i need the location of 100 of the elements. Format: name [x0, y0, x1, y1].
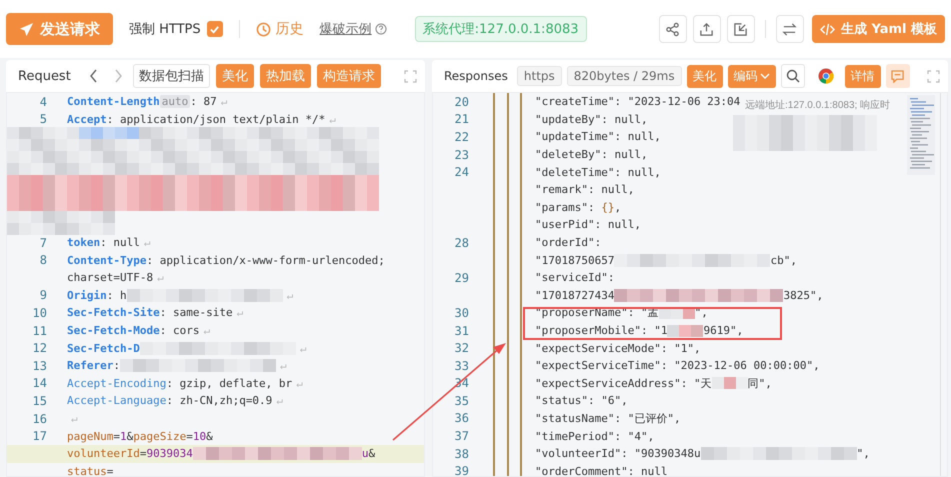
- response-viewer[interactable]: [432, 92, 948, 477]
- code-token: "userPid": null,: [535, 218, 641, 232]
- line-number: 9: [40, 288, 47, 302]
- line-number: 10: [32, 306, 47, 320]
- send-request-button[interactable]: 发送请求: [6, 13, 113, 45]
- code-token: ,: [614, 200, 622, 214]
- code-token: =: [140, 447, 146, 460]
- line-break-mark: ↵: [300, 342, 306, 355]
- action-button[interactable]: 热加载: [260, 64, 311, 88]
- line-number: 4: [40, 94, 47, 109]
- responses-title: Responses: [444, 69, 508, 83]
- line-number: 29: [454, 270, 469, 285]
- remote-address-text: 远端地址:127.0.0.1:8083; 响应时: [745, 98, 890, 112]
- line-number: 33: [454, 358, 469, 373]
- share-button[interactable]: [658, 15, 687, 43]
- redaction-mosaic: [658, 306, 695, 319]
- line-break-mark: ↵: [157, 271, 164, 284]
- code-icon: [820, 22, 835, 36]
- export-button[interactable]: [692, 15, 721, 43]
- code-token: Accept-Encoding: [67, 376, 166, 390]
- help-icon[interactable]: [374, 23, 387, 35]
- line-number: 20: [454, 94, 469, 109]
- code-token: "expectServiceTime": "2023-12-06 00:00:00",: [535, 359, 820, 372]
- code-token: 1: [120, 430, 127, 443]
- code-token: &: [206, 430, 213, 443]
- swap-button[interactable]: [776, 15, 804, 43]
- details-button[interactable]: 详情: [844, 64, 881, 88]
- line-break-mark: ↵: [280, 359, 287, 372]
- code-token: "orderId":: [535, 236, 602, 250]
- search-button[interactable]: [780, 64, 805, 88]
- code-token: Sec-Fetch-D: [67, 342, 140, 355]
- line-break-mark: ↵: [286, 288, 294, 302]
- line-break-mark: ↵: [144, 236, 150, 250]
- line-break-mark: ↵: [203, 324, 210, 338]
- line-number: 16: [32, 412, 47, 426]
- history-link[interactable]: 历史: [256, 20, 304, 38]
- search-icon: [786, 69, 800, 83]
- request-title: Request: [18, 68, 71, 84]
- code-token: Sec-Fetch-Site: [67, 306, 160, 320]
- code-token: Referer: [67, 359, 114, 372]
- line-break-mark: ↵: [276, 394, 283, 408]
- code-token: cb",: [770, 254, 797, 267]
- protocol-tag: https: [516, 66, 562, 86]
- code-token: 同",: [748, 376, 772, 391]
- packet-scan-button[interactable]: 数据包扫描: [132, 64, 210, 88]
- https-checkbox[interactable]: [206, 21, 223, 37]
- request-editor[interactable]: [6, 92, 425, 477]
- line-number: 12: [32, 341, 47, 356]
- comment-button[interactable]: [886, 64, 910, 88]
- code-token: Accept-Language: [67, 394, 166, 408]
- line-break-mark: ↵: [329, 112, 336, 126]
- line-number: 17: [32, 429, 47, 444]
- code-token: "deleteTime": null,: [535, 166, 661, 179]
- line-number: 28: [454, 236, 469, 250]
- code-token: : gzip, deflate, br: [166, 376, 292, 390]
- code-token: : null: [100, 236, 140, 250]
- code-token: : same-site: [160, 306, 233, 320]
- code-token: {}: [601, 200, 614, 214]
- encoding-dropdown[interactable]: 编码: [728, 64, 776, 88]
- import-button[interactable]: [726, 15, 755, 43]
- force-https-label: 强制 HTTPS: [129, 21, 201, 38]
- line-number: 11: [32, 324, 47, 338]
- code-token: 3825",: [783, 288, 824, 302]
- code-token: "expectServiceAddress": "天: [535, 376, 712, 391]
- action-button[interactable]: 构造请求: [316, 64, 381, 88]
- line-number: 23: [454, 148, 469, 162]
- clock-icon: [256, 22, 271, 36]
- code-token: Accept: [67, 112, 107, 126]
- line-break-mark: ↵: [236, 306, 244, 320]
- line-number: 22: [454, 130, 469, 144]
- redaction-mosaic: [712, 377, 748, 390]
- code-token: : h: [106, 288, 127, 302]
- line-break-mark: ↵: [296, 376, 303, 390]
- line-number: 21: [454, 112, 469, 126]
- chevron-right-icon: [112, 69, 123, 83]
- fuzz-example-link[interactable]: 爆破示例: [320, 20, 372, 38]
- line-break-mark: ↵: [71, 412, 78, 426]
- line-number: 32: [454, 341, 469, 356]
- line-break-mark: ↵: [220, 95, 228, 108]
- comment-icon: [891, 70, 904, 82]
- code-token: "params":: [535, 200, 596, 214]
- line-number: 31: [454, 324, 469, 338]
- beautify-button[interactable]: 美化: [686, 64, 723, 88]
- code-token: "serviceId":: [535, 271, 614, 284]
- code-token: "orderComment": null: [535, 464, 668, 476]
- upload-icon: [699, 22, 714, 36]
- action-button[interactable]: 美化: [216, 64, 254, 88]
- code-token: 10: [192, 430, 206, 443]
- code-token: u: [362, 447, 368, 460]
- browser-icon[interactable]: [818, 68, 834, 84]
- code-token: : application/x-www-form-urlencoded;: [146, 254, 385, 267]
- code-token: charset=UTF-8: [67, 271, 154, 284]
- code-token: "proposerMobile": "1: [535, 324, 668, 338]
- code-token: "updateBy": null,: [535, 112, 648, 126]
- line-number: 7: [40, 236, 47, 250]
- chevron-left-icon: [88, 69, 99, 83]
- code-token: =: [106, 464, 114, 476]
- line-number: 14: [32, 376, 47, 390]
- generate-yaml-button[interactable]: 生成 Yaml 模板: [812, 15, 945, 43]
- code-token: : zh-CN,zh;q=0.9: [166, 394, 272, 408]
